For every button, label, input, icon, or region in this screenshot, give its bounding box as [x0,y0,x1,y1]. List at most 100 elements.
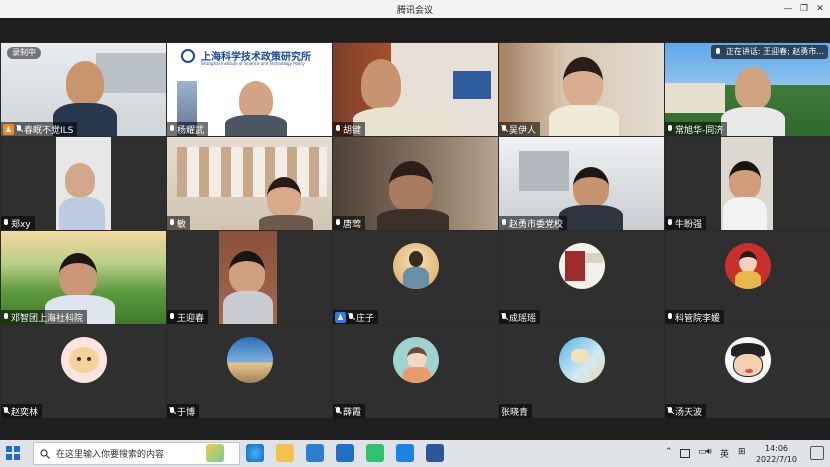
institute-logo-icon [181,49,195,63]
ime-mode-icon[interactable]: ⊞ [738,447,746,457]
mic-icon [667,219,673,227]
participant-name-bar: 于博 [167,404,200,418]
word-icon[interactable] [426,444,444,462]
window-title: 腾讯会议 [396,6,433,16]
chevron-up-icon[interactable]: ⌃ [665,447,673,457]
participant-avatar [393,337,439,383]
store-icon[interactable] [306,444,324,462]
participant-name: 于博 [177,407,196,418]
participant-name: 杨耀武 [177,125,205,136]
restore-icon[interactable]: ❐ [797,2,811,16]
edge-browser-icon[interactable] [246,444,264,462]
mic-icon [501,219,507,227]
participant-tile[interactable]: ♟ 庄子 [333,231,498,324]
notification-icon[interactable] [810,446,824,460]
participant-name-bar: 科管院李媛 [665,310,725,324]
volume-icon[interactable]: 🔊︎ [706,447,712,457]
participant-name: 汤天波 [675,407,703,418]
participant-name: 王迎春 [177,313,205,324]
participant-name-bar: 王迎春 [167,310,209,324]
window-titlebar: 腾讯会议 — ❐ ✕ [0,0,830,18]
participant-avatar [61,337,107,383]
weather-widget-icon[interactable] [206,444,224,462]
display-icon[interactable] [680,449,690,458]
close-icon[interactable]: ✕ [813,2,827,16]
participant-name: 吴伊人 [509,125,537,136]
participant-name-bar: 常旭华-同济 [665,122,728,136]
participant-tile[interactable]: 成瑶瑶 [499,231,664,324]
clock-time: 14:06 [764,444,789,453]
mic-muted-icon [16,125,22,133]
participant-name: 张晓青 [501,407,529,418]
participant-name: 科管院李媛 [675,313,721,324]
participant-avatar [559,337,605,383]
mic-icon [335,125,341,133]
mic-muted-icon [335,407,341,415]
participant-name-bar: 胡键 [333,122,366,136]
cohost-icon: ♟ [335,311,346,323]
participant-name-bar: 邓智团上海社科院 [1,310,88,324]
speaking-indicator: 正在讲话: 王迎春; 赵勇市... [710,45,828,59]
mic-muted-icon [169,407,175,415]
recording-label: 录制中 [12,48,36,57]
participant-name-bar: 敏 [167,216,191,230]
participant-name-bar: ♟ 春眠不觉ILS [1,122,78,136]
participant-tile[interactable]: 邓智团上海社科院 [1,231,166,324]
participant-tile[interactable]: 敏 [167,137,332,230]
participant-name: 春眠不觉ILS [24,125,74,136]
participant-tile[interactable]: 吴伊人 [499,43,664,136]
participant-name-bar: 杨耀武 [167,122,209,136]
mic-icon [335,219,341,227]
minimize-icon[interactable]: — [781,2,795,16]
participant-tile[interactable]: 于博 [167,325,332,418]
participant-tile-active-speaker[interactable]: 王迎春 [167,231,332,324]
mic-icon [3,313,9,321]
participant-tile[interactable]: 正在讲话: 王迎春; 赵勇市... 常旭华-同济 [665,43,830,136]
mic-muted-icon [501,313,507,321]
clock-date: 2022/7/10 [755,455,797,464]
taskbar-clock[interactable]: 14:06 2022/7/10 [756,443,797,465]
participant-name: 郑xy [11,219,31,230]
participant-tile[interactable]: 张晓青 [499,325,664,418]
participant-tile[interactable]: 薛霞 [333,325,498,418]
mic-icon [667,313,673,321]
participant-name-bar: 牛盼强 [665,216,707,230]
participant-name: 邓智团上海社科院 [11,313,84,324]
participant-tile[interactable]: 科管院李媛 [665,231,830,324]
video-gallery: 录制中 ♟ 春眠不觉ILS 上海科学技术政策研究所 Shanghai Insti… [0,42,830,418]
participant-tile[interactable]: 赵勇市委党校 [499,137,664,230]
participant-name-bar: 郑xy [1,216,35,230]
ime-indicator[interactable]: 英 [720,447,729,460]
tencent-meeting-icon[interactable] [396,444,414,462]
participant-tile[interactable]: 唐莺 [333,137,498,230]
participant-tile[interactable]: 上海科学技术政策研究所 Shanghai Institute of Scienc… [167,43,332,136]
participant-name: 敏 [177,219,187,230]
speaking-label: 正在讲话: 王迎春; 赵勇市... [725,47,824,56]
wechat-icon[interactable] [366,444,384,462]
windows-start-icon[interactable] [6,446,20,460]
participant-tile[interactable]: 胡键 [333,43,498,136]
mic-icon [169,313,175,321]
mic-icon [169,219,175,227]
participant-avatar [725,337,771,383]
mail-icon[interactable] [336,444,354,462]
search-icon [40,449,50,459]
participant-avatar [559,243,605,289]
participant-name: 唐莺 [343,219,362,230]
windows-taskbar: 在这里输入你要搜索的内容 ⌃ ▭ 🔊︎ 英 ⊞ 14:06 2022/7/10 [0,440,830,467]
participant-avatar [227,337,273,383]
file-explorer-icon[interactable] [276,444,294,462]
participant-tile[interactable]: 郑xy [1,137,166,230]
participant-tile[interactable]: 赵奕林 [1,325,166,418]
participant-name: 庄子 [356,313,375,324]
participant-avatar [725,243,771,289]
mic-muted-icon [667,407,673,415]
banner-subtitle: Shanghai Institute of Science and Techno… [201,61,305,66]
participant-tile[interactable]: 汤天波 [665,325,830,418]
mic-icon [667,125,673,133]
participant-tile[interactable]: 牛盼强 [665,137,830,230]
participant-name: 赵勇市委党校 [509,219,564,230]
participant-name-bar: 汤天波 [665,404,707,418]
participant-name: 常旭华-同济 [675,125,724,136]
participant-tile[interactable]: 录制中 ♟ 春眠不觉ILS [1,43,166,136]
